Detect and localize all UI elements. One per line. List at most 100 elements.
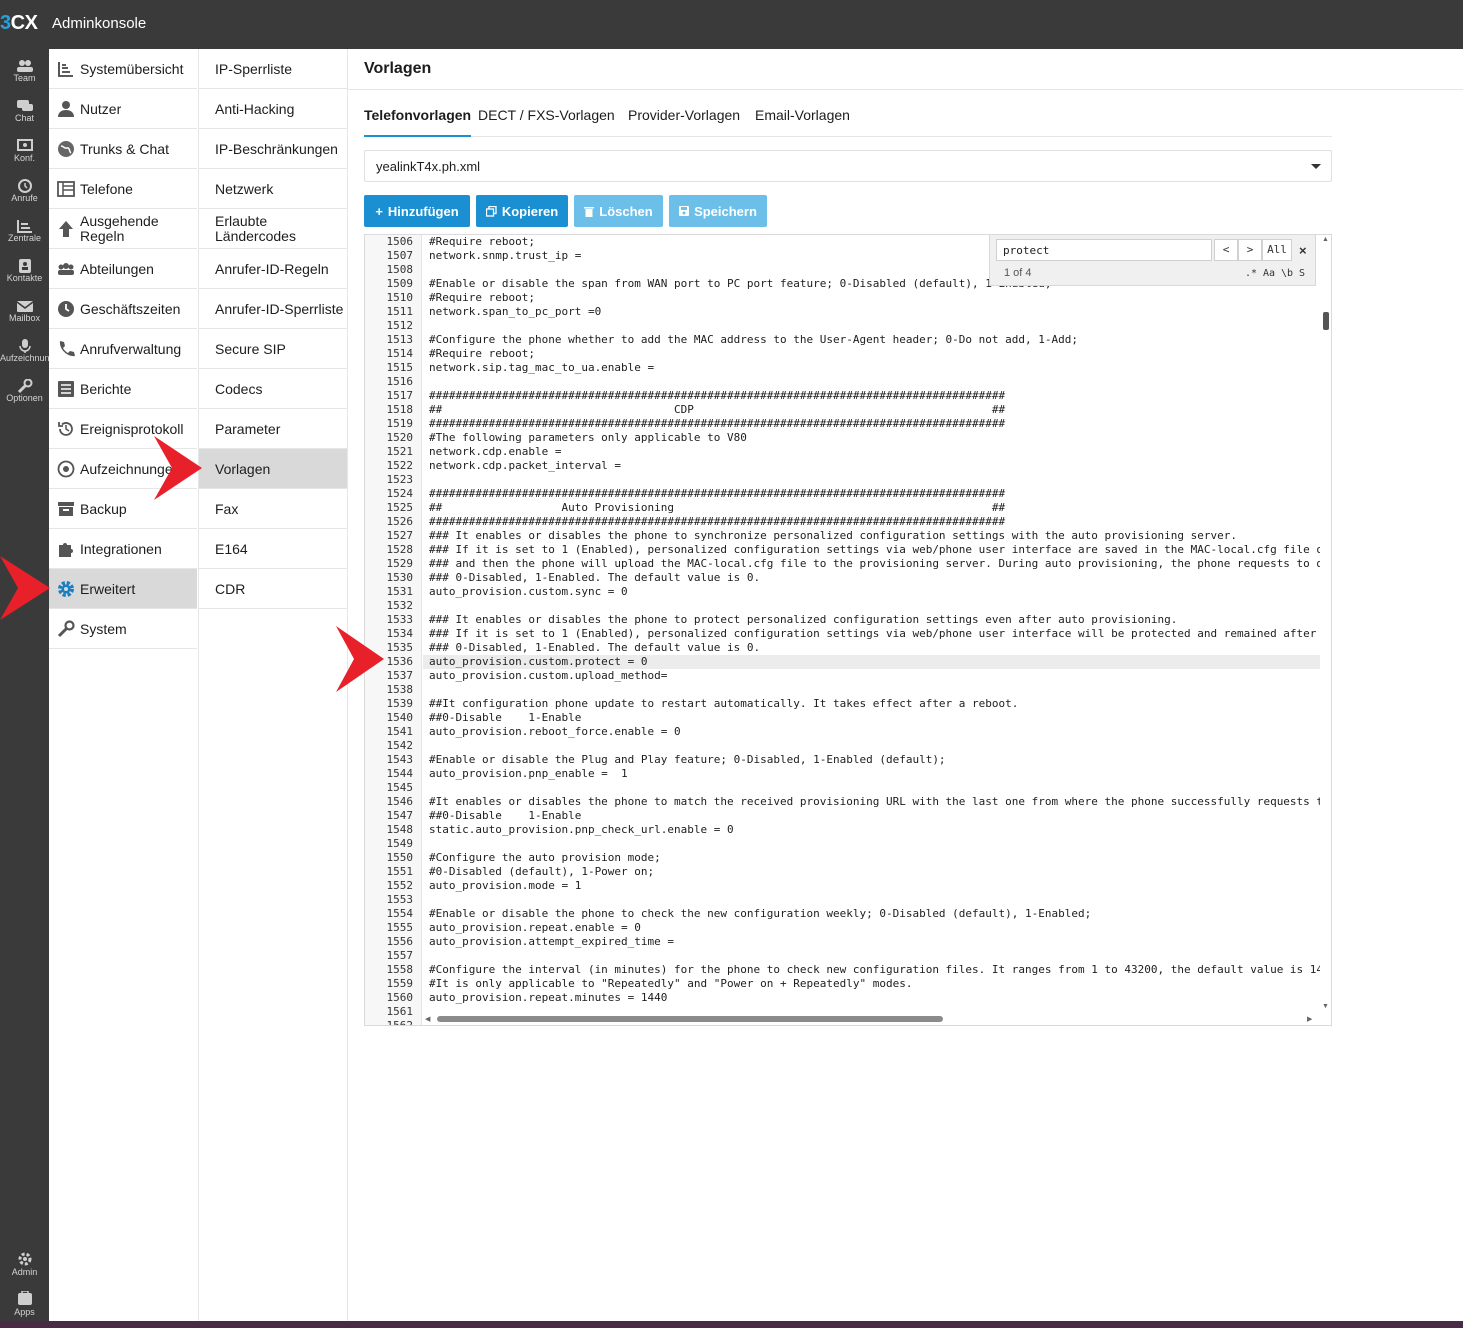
- find-previous-button[interactable]: <: [1214, 239, 1238, 261]
- brand-logo[interactable]: 3CX: [0, 12, 38, 35]
- code-line[interactable]: network.cdp.packet_interval =: [429, 459, 621, 473]
- code-line[interactable]: auto_provision.repeat.enable = 0: [429, 921, 641, 935]
- code-line[interactable]: network.snmp.trust_ip =: [429, 249, 581, 263]
- code-line[interactable]: ##0-Disable 1-Enable: [429, 711, 581, 725]
- code-line[interactable]: ### It enables or disables the phone to …: [429, 529, 1237, 543]
- code-line[interactable]: auto_provision.mode = 1: [429, 879, 581, 893]
- vertical-scrollbar[interactable]: ▲ ▼: [1320, 235, 1331, 1013]
- menu-item-trunks[interactable]: Trunks & Chat: [49, 129, 197, 169]
- submenu-item-e164[interactable]: E164: [199, 529, 347, 569]
- code-line[interactable]: auto_provision.custom.protect = 0: [429, 655, 648, 669]
- menu-item-departments[interactable]: Abteilungen: [49, 249, 197, 289]
- rail-item-contacts[interactable]: Kontakte: [0, 253, 49, 293]
- rail-item-options[interactable]: Optionen: [0, 373, 49, 413]
- rail-item-conference[interactable]: Konf.: [0, 133, 49, 173]
- code-line[interactable]: auto_provision.custom.upload_method=: [429, 669, 667, 683]
- add-button[interactable]: + Hinzufügen: [364, 195, 470, 227]
- code-line[interactable]: #0-Disabled (default), 1-Power on;: [429, 865, 654, 879]
- code-line[interactable]: ########################################…: [429, 389, 1005, 403]
- submenu-item-allowed-country-codes[interactable]: Erlaubte Ländercodes: [199, 209, 347, 249]
- code-line[interactable]: #The following parameters only applicabl…: [429, 431, 747, 445]
- code-line[interactable]: auto_provision.reboot_force.enable = 0: [429, 725, 681, 739]
- code-line[interactable]: #Configure the phone whether to add the …: [429, 333, 1078, 347]
- code-line[interactable]: network.cdp.enable =: [429, 445, 561, 459]
- save-button[interactable]: Speichern: [669, 195, 767, 227]
- scroll-right-icon[interactable]: ▶: [1307, 1015, 1312, 1023]
- copy-button[interactable]: Kopieren: [476, 195, 568, 227]
- code-line[interactable]: #Enable or disable the phone to check th…: [429, 907, 1091, 921]
- in-selection-toggle[interactable]: S: [1296, 266, 1308, 282]
- code-line[interactable]: ##0-Disable 1-Enable: [429, 809, 581, 823]
- submenu-item-ip-blacklist[interactable]: IP-Sperrliste: [199, 49, 347, 89]
- rail-item-team[interactable]: Team: [0, 53, 49, 93]
- tab-dect-fxs-templates[interactable]: DECT / FXS-Vorlagen: [478, 107, 615, 137]
- menu-item-advanced[interactable]: Erweitert: [49, 569, 197, 609]
- code-line[interactable]: ##It configuration phone update to resta…: [429, 697, 1018, 711]
- code-line[interactable]: ### If it is set to 1 (Enabled), persona…: [429, 543, 1321, 557]
- rail-item-calls[interactable]: Anrufe: [0, 173, 49, 213]
- code-line[interactable]: #Enable or disable the span from WAN por…: [429, 277, 1052, 291]
- code-line[interactable]: ########################################…: [429, 487, 1005, 501]
- code-line[interactable]: #Require reboot;: [429, 291, 535, 305]
- code-line[interactable]: ########################################…: [429, 515, 1005, 529]
- code-line[interactable]: auto_provision.custom.sync = 0: [429, 585, 628, 599]
- rail-item-mailbox[interactable]: Mailbox: [0, 293, 49, 333]
- code-line[interactable]: ### 0-Disabled, 1-Enabled. The default v…: [429, 571, 760, 585]
- submenu-item-caller-id-blacklist[interactable]: Anrufer-ID-Sperrliste: [199, 289, 347, 329]
- code-editor[interactable]: 1506 1507 1508 1509 1510 1511 1512 1513 1514 1515…: [364, 234, 1332, 1026]
- code-line[interactable]: ### It enables or disables the phone to …: [429, 613, 1177, 627]
- tab-email-templates[interactable]: Email-Vorlagen: [755, 107, 850, 137]
- code-line[interactable]: #Configure the auto provision mode;: [429, 851, 661, 865]
- scroll-left-icon[interactable]: ◀: [425, 1015, 430, 1023]
- close-icon[interactable]: ×: [1299, 243, 1307, 258]
- find-input[interactable]: protect: [996, 239, 1212, 261]
- submenu-item-caller-id-rules[interactable]: Anrufer-ID-Regeln: [199, 249, 347, 289]
- tab-provider-templates[interactable]: Provider-Vorlagen: [628, 107, 740, 137]
- submenu-item-cdr[interactable]: CDR: [199, 569, 347, 609]
- submenu-item-codecs[interactable]: Codecs: [199, 369, 347, 409]
- code-line[interactable]: #Require reboot;: [429, 347, 535, 361]
- submenu-item-fax[interactable]: Fax: [199, 489, 347, 529]
- scroll-down-icon[interactable]: ▼: [1322, 1003, 1329, 1010]
- submenu-item-network[interactable]: Netzwerk: [199, 169, 347, 209]
- code-line[interactable]: network.span_to_pc_port =0: [429, 305, 601, 319]
- code-line[interactable]: ### 0-Disabled, 1-Enabled. The default v…: [429, 641, 760, 655]
- rail-item-admin[interactable]: Admin: [0, 1245, 49, 1285]
- rail-item-chat[interactable]: Chat: [0, 93, 49, 133]
- delete-button[interactable]: Löschen: [574, 195, 663, 227]
- horizontal-scrollbar[interactable]: ◀ ▶: [423, 1013, 1321, 1025]
- tab-phone-templates[interactable]: Telefonvorlagen: [364, 107, 472, 137]
- code-line[interactable]: #Enable or disable the Plug and Play fea…: [429, 753, 946, 767]
- menu-item-reports[interactable]: Berichte: [49, 369, 197, 409]
- menu-item-system-overview[interactable]: Systemübersicht: [49, 49, 197, 89]
- submenu-item-parameters[interactable]: Parameter: [199, 409, 347, 449]
- template-select[interactable]: yealinkT4x.ph.xml: [364, 150, 1332, 182]
- menu-item-system[interactable]: System: [49, 609, 197, 649]
- regex-toggle[interactable]: .*: [1244, 266, 1258, 282]
- code-line[interactable]: #It enables or disables the phone to mat…: [429, 795, 1321, 809]
- rail-item-apps[interactable]: Apps: [0, 1285, 49, 1325]
- menu-item-office-hours[interactable]: Geschäftszeiten: [49, 289, 197, 329]
- menu-item-outbound-rules[interactable]: Ausgehende Regeln: [49, 209, 197, 249]
- code-line[interactable]: #Configure the interval (in minutes) for…: [429, 963, 1321, 977]
- code-text-area[interactable]: #Require reboot; network.snmp.trust_ip = #…: [423, 235, 1321, 1013]
- find-next-button[interactable]: >: [1238, 239, 1262, 261]
- submenu-item-secure-sip[interactable]: Secure SIP: [199, 329, 347, 369]
- code-line[interactable]: ### and then the phone will upload the M…: [429, 557, 1321, 571]
- menu-item-call-handling[interactable]: Anrufverwaltung: [49, 329, 197, 369]
- rail-item-recordings[interactable]: Aufzeichnung: [0, 333, 49, 373]
- code-line[interactable]: auto_provision.pnp_enable = 1: [429, 767, 628, 781]
- code-line[interactable]: auto_provision.repeat.minutes = 1440: [429, 991, 667, 1005]
- submenu-item-anti-hacking[interactable]: Anti-Hacking: [199, 89, 347, 129]
- submenu-item-templates[interactable]: Vorlagen: [199, 449, 347, 489]
- code-line[interactable]: ## Auto Provisioning ##: [429, 501, 1005, 515]
- code-line[interactable]: auto_provision.attempt_expired_time =: [429, 935, 674, 949]
- code-line[interactable]: #It is only applicable to "Repeatedly" a…: [429, 977, 912, 991]
- menu-item-phones[interactable]: Telefone: [49, 169, 197, 209]
- menu-item-users[interactable]: Nutzer: [49, 89, 197, 129]
- code-line[interactable]: ########################################…: [429, 417, 1005, 431]
- whole-word-toggle[interactable]: \b: [1280, 266, 1294, 282]
- scroll-up-icon[interactable]: ▲: [1322, 236, 1329, 243]
- rail-item-switchboard[interactable]: Zentrale: [0, 213, 49, 253]
- code-line[interactable]: #Require reboot;: [429, 235, 535, 249]
